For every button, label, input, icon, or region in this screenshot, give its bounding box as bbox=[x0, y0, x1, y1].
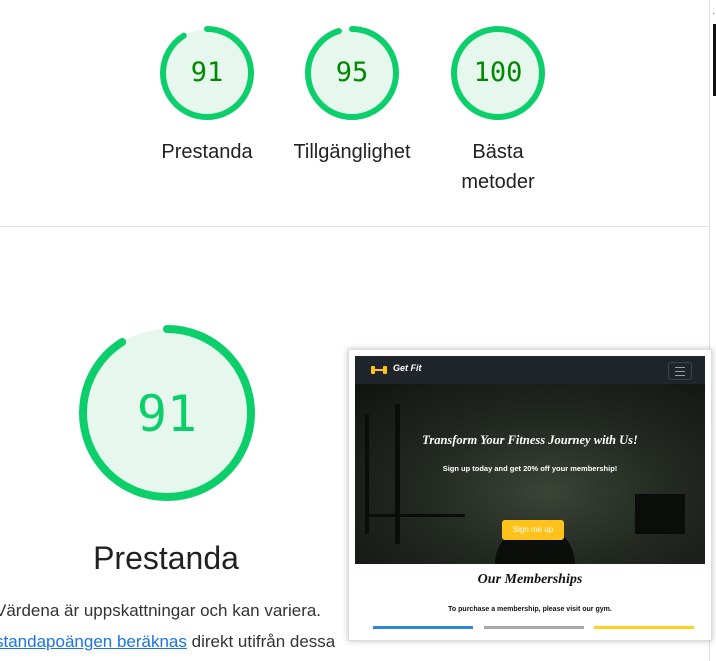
hero-title: Transform Your Fitness Journey with Us! bbox=[422, 433, 638, 447]
description-line: standapoängen beräknas direkt utifrån de… bbox=[0, 632, 335, 652]
hero-subtitle: Sign up today and get 20% off your membe… bbox=[442, 464, 618, 473]
score-label-basta-metoder[interactable]: Bästa metoder bbox=[438, 137, 558, 197]
gym-equipment bbox=[365, 514, 465, 517]
score-label-line: Bästa bbox=[472, 141, 524, 163]
gym-equipment bbox=[635, 494, 685, 534]
memberships-title: Our Memberships bbox=[477, 572, 583, 587]
site-navbar: Get Fit bbox=[355, 356, 705, 384]
performance-gauge-large: 91 bbox=[76, 322, 258, 504]
gym-equipment bbox=[395, 404, 400, 544]
memberships-subtitle: To purchase a membership, please visit o… bbox=[448, 606, 612, 613]
description-line: Värdena är uppskattningar och kan varier… bbox=[0, 601, 322, 620]
final-screenshot[interactable]: Get Fit Transform Your Fitness Journey w… bbox=[348, 349, 712, 641]
score-value: 91 bbox=[190, 57, 224, 88]
hero-banner: Transform Your Fitness Journey with Us! … bbox=[355, 384, 705, 564]
calculator-link[interactable]: standapoängen beräknas bbox=[0, 632, 187, 651]
score-gauge-prestanda[interactable]: 91 bbox=[158, 24, 256, 122]
score-label-prestanda[interactable]: Prestanda bbox=[132, 137, 282, 167]
membership-card bbox=[594, 626, 694, 629]
scroll-marker: · bbox=[712, 8, 716, 19]
score-value: 95 bbox=[335, 57, 369, 88]
site-brand: Get Fit bbox=[393, 363, 422, 373]
score-label-tillganglighet[interactable]: Tillgänglighet bbox=[272, 137, 432, 167]
membership-card bbox=[484, 626, 584, 629]
section-title: Prestanda bbox=[93, 540, 239, 576]
hamburger-menu-icon bbox=[668, 362, 692, 380]
screenshot-page: Get Fit Transform Your Fitness Journey w… bbox=[355, 356, 705, 640]
score-gauge-tillganglighet[interactable]: 95 bbox=[303, 24, 401, 122]
dumbbell-icon bbox=[371, 366, 387, 374]
description-text: direkt utifrån dessa bbox=[186, 632, 336, 651]
performance-score-value: 91 bbox=[136, 385, 198, 443]
section-divider bbox=[0, 226, 710, 227]
score-label-line: metoder bbox=[461, 171, 535, 193]
score-value: 100 bbox=[473, 57, 523, 88]
membership-card bbox=[373, 626, 473, 629]
score-gauge-basta-metoder[interactable]: 100 bbox=[449, 24, 547, 122]
signup-button: Sign me up bbox=[502, 520, 564, 540]
